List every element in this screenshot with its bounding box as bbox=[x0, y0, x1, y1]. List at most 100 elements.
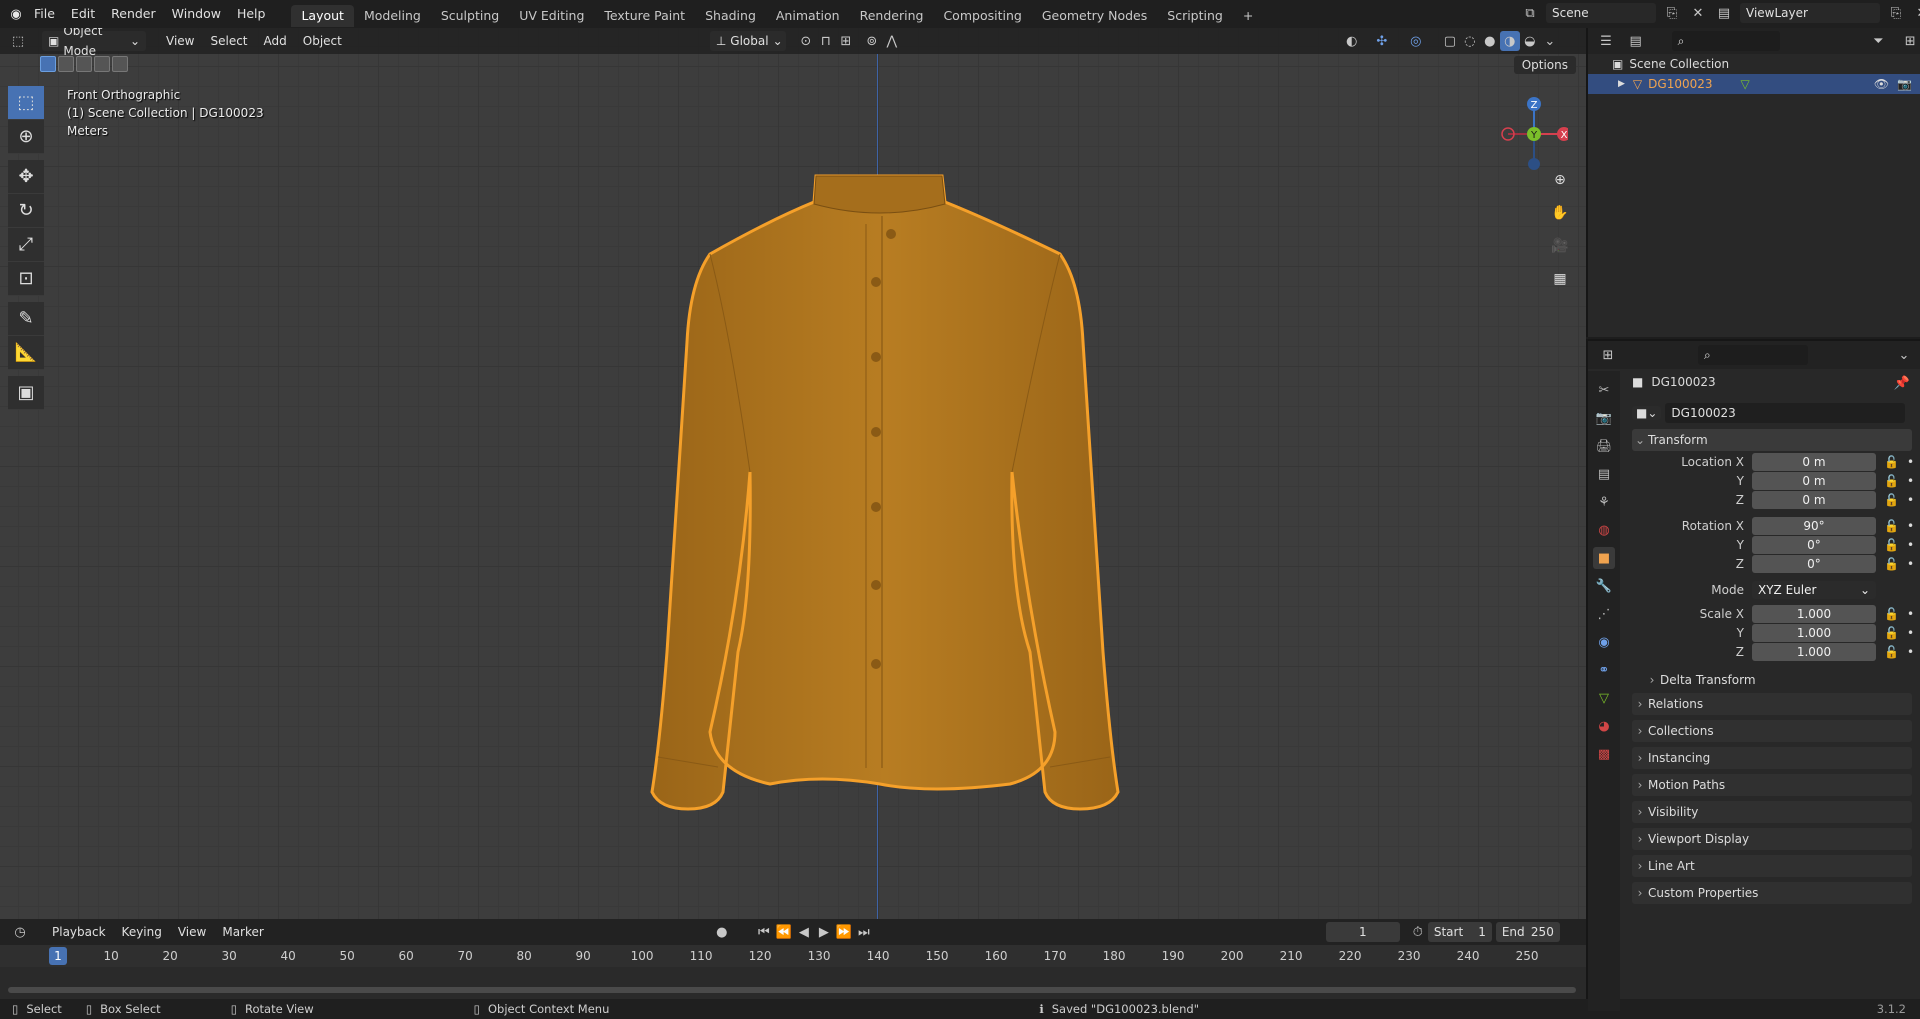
editor-type-icon[interactable]: ⬚ bbox=[8, 31, 28, 51]
menu-edit[interactable]: Edit bbox=[63, 0, 103, 28]
panel-instancing[interactable]: › Instancing bbox=[1632, 747, 1912, 769]
material-shading-icon[interactable]: ◑ bbox=[1499, 31, 1520, 51]
object-tab-icon[interactable]: ■ bbox=[1593, 547, 1615, 569]
location-x-field[interactable]: 0 m bbox=[1752, 453, 1876, 471]
rendered-shading-icon[interactable]: ◒ bbox=[1520, 31, 1540, 51]
properties-options-icon[interactable]: ⌄ bbox=[1894, 345, 1914, 365]
tool-tab-icon[interactable]: ✂ bbox=[1593, 379, 1615, 401]
rotation-y-field[interactable]: 0° bbox=[1752, 536, 1876, 554]
modifier-tab-icon[interactable]: 🔧 bbox=[1593, 575, 1615, 597]
location-z-field[interactable]: 0 m bbox=[1752, 491, 1876, 509]
scale-y-field[interactable]: 1.000 bbox=[1752, 624, 1876, 642]
tab-rendering[interactable]: Rendering bbox=[850, 5, 934, 27]
wireframe-shading-icon[interactable]: ◌ bbox=[1460, 31, 1480, 51]
panel-line-art[interactable]: › Line Art bbox=[1632, 855, 1912, 877]
tab-animation[interactable]: Animation bbox=[766, 5, 850, 27]
output-tab-icon[interactable]: 🖨 bbox=[1593, 435, 1615, 457]
blender-logo-icon[interactable]: ◉ bbox=[6, 4, 26, 24]
panel-motion-paths[interactable]: › Motion Paths bbox=[1632, 774, 1912, 796]
lock-icon[interactable]: 🔓 bbox=[1884, 519, 1899, 533]
outliner-row-object[interactable]: ▶ ▽ DG100023 ▽ 👁 📷 bbox=[1588, 74, 1920, 94]
rotation-x-field[interactable]: 90° bbox=[1752, 517, 1876, 535]
current-frame-field[interactable]: 1 bbox=[1325, 922, 1400, 942]
play-icon[interactable]: ▶ bbox=[814, 922, 834, 942]
record-icon[interactable]: ● bbox=[712, 922, 732, 942]
render-tab-icon[interactable]: 📷 bbox=[1593, 407, 1615, 429]
jump-start-icon[interactable]: ⏮ bbox=[754, 922, 774, 942]
keyframe-dot-icon[interactable]: • bbox=[1907, 557, 1914, 571]
properties-search-input[interactable]: ⌕ bbox=[1698, 345, 1808, 365]
new-collection-icon[interactable]: ⊞ bbox=[1900, 31, 1920, 51]
view-layer-tab-icon[interactable]: ▤ bbox=[1593, 463, 1615, 485]
snap-icon[interactable]: ⊓ bbox=[816, 31, 836, 51]
scene-icon[interactable]: ⧉ bbox=[1520, 3, 1540, 23]
timeline-ruler[interactable]: 1 10 20 30 40 50 60 70 80 90 100 110 120 130 140 150 160… bbox=[0, 945, 1586, 967]
menu-file[interactable]: File bbox=[26, 0, 63, 28]
panel-custom-properties[interactable]: › Custom Properties bbox=[1632, 882, 1912, 904]
display-mode-icon[interactable]: ▤ bbox=[1626, 31, 1646, 51]
select-new-icon[interactable] bbox=[40, 56, 56, 72]
cursor-tool-icon[interactable]: ⊕ bbox=[8, 120, 44, 154]
new-scene-icon[interactable]: ⎘ bbox=[1662, 3, 1682, 23]
tab-geometry-nodes[interactable]: Geometry Nodes bbox=[1032, 5, 1157, 27]
menu-view[interactable]: View bbox=[158, 34, 202, 48]
lock-icon[interactable]: 🔓 bbox=[1884, 538, 1899, 552]
transform-panel-header[interactable]: ⌄ Transform bbox=[1632, 429, 1912, 451]
options-button[interactable]: Options bbox=[1513, 56, 1576, 74]
lock-icon[interactable]: 🔓 bbox=[1884, 557, 1899, 571]
menu-render[interactable]: Render bbox=[103, 0, 164, 28]
end-frame-field[interactable]: End 250 bbox=[1495, 922, 1560, 942]
keyframe-dot-icon[interactable]: • bbox=[1907, 607, 1914, 621]
view-layer-field[interactable]: ViewLayer bbox=[1740, 3, 1880, 23]
properties-editor-type-icon[interactable]: ⊞ bbox=[1598, 345, 1618, 365]
menu-help[interactable]: Help bbox=[229, 0, 274, 28]
stopwatch-icon[interactable]: ⏱ bbox=[1408, 922, 1428, 942]
panel-visibility[interactable]: › Visibility bbox=[1632, 801, 1912, 823]
delta-transform-panel[interactable]: › Delta Transform bbox=[1644, 669, 1912, 691]
prev-keyframe-icon[interactable]: ⏪ bbox=[774, 922, 794, 942]
new-view-layer-icon[interactable]: ⎘ bbox=[1886, 3, 1906, 23]
physics-tab-icon[interactable]: ◉ bbox=[1593, 631, 1615, 653]
solid-shading-icon[interactable]: ● bbox=[1480, 31, 1500, 51]
snap-target-icon[interactable]: ⊞ bbox=[836, 31, 856, 51]
panel-collections[interactable]: › Collections bbox=[1632, 720, 1912, 742]
keyframe-dot-icon[interactable]: • bbox=[1907, 493, 1914, 507]
lock-icon[interactable]: 🔓 bbox=[1884, 645, 1899, 659]
object-mode-dropdown[interactable]: ▣ Object Mode ⌄ bbox=[42, 28, 146, 58]
rotation-mode-dropdown[interactable]: XYZ Euler ⌄ bbox=[1752, 581, 1876, 599]
keyframe-dot-icon[interactable]: • bbox=[1907, 645, 1914, 659]
menu-marker[interactable]: Marker bbox=[214, 925, 271, 939]
next-keyframe-icon[interactable]: ⏩ bbox=[834, 922, 854, 942]
menu-object[interactable]: Object bbox=[295, 34, 350, 48]
zoom-icon[interactable]: ⊕ bbox=[1548, 168, 1572, 192]
select-intersect-icon[interactable] bbox=[112, 56, 128, 72]
select-box-tool-icon[interactable]: ⬚ bbox=[8, 86, 44, 120]
pan-hand-icon[interactable]: ✋ bbox=[1548, 201, 1572, 225]
menu-playback[interactable]: Playback bbox=[44, 925, 114, 939]
eye-icon[interactable]: 👁 bbox=[1874, 77, 1889, 91]
filter-icon[interactable]: ⏷ bbox=[1868, 31, 1888, 51]
timeline-scrollbar[interactable] bbox=[8, 987, 1576, 993]
jump-end-icon[interactable]: ⏭ bbox=[854, 922, 874, 942]
data-tab-icon[interactable]: ▽ bbox=[1593, 687, 1615, 709]
material-tab-icon[interactable]: ◕ bbox=[1593, 715, 1615, 737]
menu-add[interactable]: Add bbox=[256, 34, 295, 48]
tab-uv-editing[interactable]: UV Editing bbox=[509, 5, 594, 27]
falloff-icon[interactable]: ⋀ bbox=[882, 31, 902, 51]
lock-icon[interactable]: 🔓 bbox=[1884, 493, 1899, 507]
shirt-model[interactable] bbox=[590, 172, 1170, 862]
gizmo-toggle-icon[interactable]: ✣ bbox=[1372, 31, 1392, 51]
ortho-grid-icon[interactable]: ▦ bbox=[1548, 267, 1572, 291]
scene-name-field[interactable]: Scene bbox=[1546, 3, 1656, 23]
menu-timeline-view[interactable]: View bbox=[170, 925, 214, 939]
tab-compositing[interactable]: Compositing bbox=[933, 5, 1031, 27]
menu-keying[interactable]: Keying bbox=[114, 925, 170, 939]
scale-z-field[interactable]: 1.000 bbox=[1752, 643, 1876, 661]
transform-tool-icon[interactable]: ⊡ bbox=[8, 262, 44, 296]
annotate-tool-icon[interactable]: ✎ bbox=[8, 302, 44, 336]
lock-icon[interactable]: 🔓 bbox=[1884, 607, 1899, 621]
scene-tab-icon[interactable]: ⚘ bbox=[1593, 491, 1615, 513]
shading-options-icon[interactable]: ⌄ bbox=[1540, 31, 1560, 51]
lock-icon[interactable]: 🔓 bbox=[1884, 626, 1899, 640]
menu-select[interactable]: Select bbox=[202, 34, 255, 48]
